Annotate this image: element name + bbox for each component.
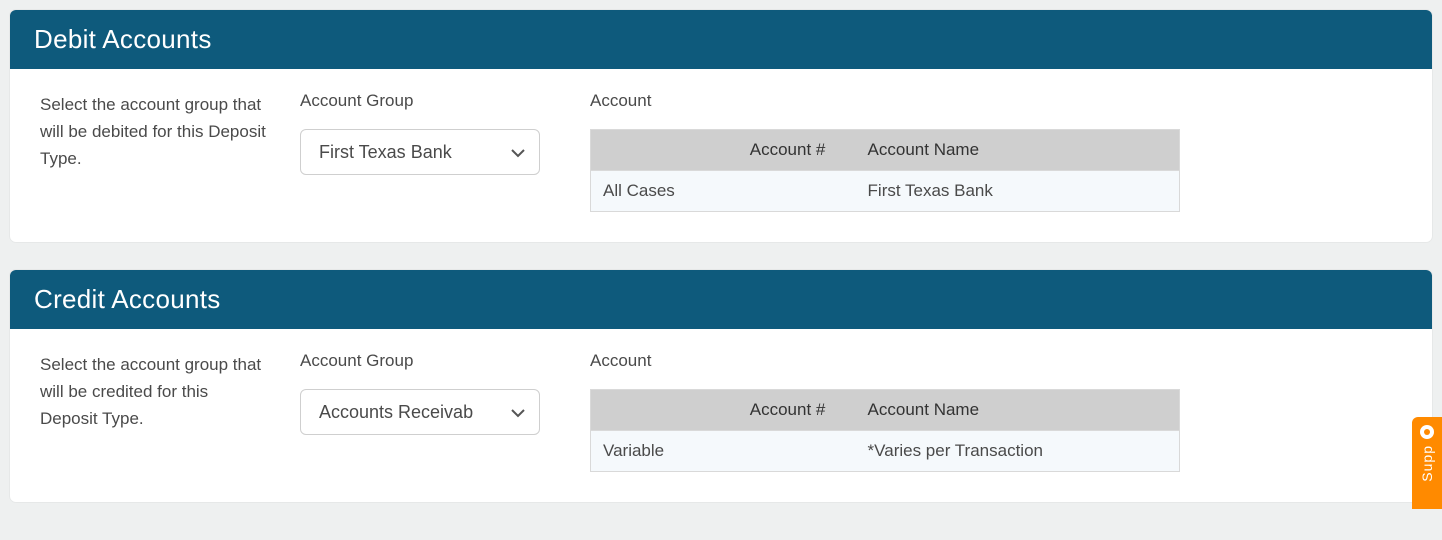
debit-account-label: Account	[590, 91, 1180, 111]
table-header-case	[591, 390, 738, 431]
table-cell-case: Variable	[591, 431, 738, 472]
debit-card-title: Debit Accounts	[10, 10, 1432, 69]
table-cell-case: All Cases	[591, 171, 738, 212]
debit-help-text: Select the account group that will be de…	[40, 91, 270, 212]
debit-account-group-select[interactable]: First Texas Bank	[300, 129, 540, 175]
support-icon	[1420, 425, 1434, 439]
table-header-case	[591, 130, 738, 171]
table-row: Variable *Varies per Transaction	[591, 431, 1180, 472]
credit-account-label: Account	[590, 351, 1180, 371]
table-header-account-number: Account #	[738, 130, 856, 171]
table-row: All Cases First Texas Bank	[591, 171, 1180, 212]
credit-account-table: Account # Account Name Variable *Varies …	[590, 389, 1180, 472]
credit-group-label: Account Group	[300, 351, 560, 371]
debit-accounts-card: Debit Accounts Select the account group …	[10, 10, 1432, 242]
credit-card-title: Credit Accounts	[10, 270, 1432, 329]
table-header-account-number: Account #	[738, 390, 856, 431]
credit-accounts-card: Credit Accounts Select the account group…	[10, 270, 1432, 502]
credit-account-group-select[interactable]: Accounts Receivab	[300, 389, 540, 435]
credit-help-text: Select the account group that will be cr…	[40, 351, 270, 472]
table-cell-account-number	[738, 431, 856, 472]
support-tab[interactable]: Supp	[1412, 417, 1442, 509]
debit-account-table: Account # Account Name All Cases First T…	[590, 129, 1180, 212]
table-cell-account-number	[738, 171, 856, 212]
table-cell-account-name: First Texas Bank	[856, 171, 1180, 212]
table-cell-account-name: *Varies per Transaction	[856, 431, 1180, 472]
table-header-account-name: Account Name	[856, 130, 1180, 171]
debit-group-label: Account Group	[300, 91, 560, 111]
table-header-account-name: Account Name	[856, 390, 1180, 431]
support-label: Supp	[1419, 445, 1435, 482]
